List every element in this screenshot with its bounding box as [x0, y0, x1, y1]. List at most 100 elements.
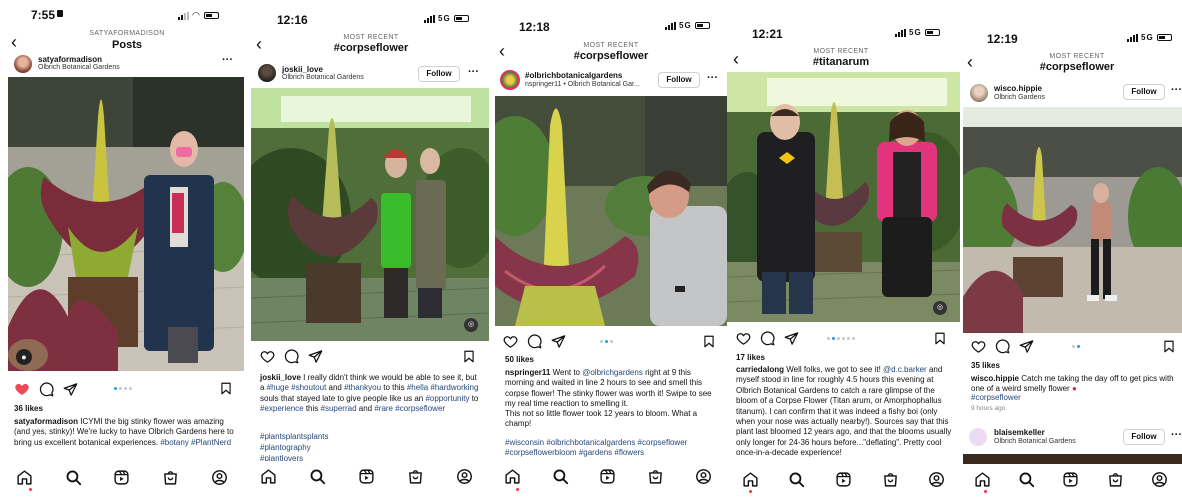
avatar[interactable] [500, 70, 520, 90]
home-icon[interactable] [974, 471, 991, 488]
tagged-people-icon[interactable]: ● [16, 349, 32, 365]
post-location[interactable]: Olbrich Botanical Gardens [282, 74, 364, 81]
caption-username[interactable]: carriedalong [736, 365, 784, 374]
post-photo[interactable]: ◎ [251, 88, 489, 341]
follow-button[interactable]: Follow [1123, 84, 1165, 100]
save-icon[interactable] [1162, 339, 1176, 354]
hashtag-link[interactable]: #rare [374, 404, 393, 413]
caption-hashtags[interactable]: #wisconsin #olbrichbotanicalgardens #cor… [505, 438, 725, 458]
hashtag-link[interactable]: #superrad [321, 404, 357, 413]
search-icon[interactable] [788, 471, 805, 488]
profile-icon[interactable] [695, 468, 712, 485]
follow-button[interactable]: Follow [658, 72, 700, 88]
post-photo[interactable] [963, 107, 1182, 333]
comment-icon[interactable] [760, 331, 775, 346]
back-button[interactable]: ‹ [11, 33, 17, 51]
shop-icon[interactable] [882, 471, 899, 488]
share-icon[interactable] [1019, 339, 1034, 354]
hashtag-link[interactable]: #thankyou [344, 383, 381, 392]
hashtag-link[interactable]: #shoutout [291, 383, 326, 392]
comment-icon[interactable] [39, 382, 54, 397]
more-options-button[interactable]: ··· [468, 66, 479, 78]
avatar[interactable] [258, 64, 276, 82]
save-icon[interactable] [219, 381, 233, 396]
follow-button[interactable]: Follow [418, 66, 460, 82]
hashtag-link[interactable]: #plantsplantsplants [260, 432, 329, 442]
back-button[interactable]: ‹ [733, 50, 739, 68]
profile-icon[interactable] [1151, 471, 1168, 488]
hashtag-link[interactable]: #plantography [260, 443, 311, 453]
post-location[interactable]: Olbrich Gardens [994, 94, 1045, 101]
reels-icon[interactable] [113, 469, 130, 486]
comment-icon[interactable] [284, 349, 299, 364]
share-icon[interactable] [63, 382, 78, 397]
save-icon[interactable] [702, 334, 716, 349]
shop-icon[interactable] [162, 469, 179, 486]
hashtag-link[interactable]: #opportunity [425, 394, 469, 403]
search-icon[interactable] [1018, 471, 1035, 488]
post-photo[interactable]: ◎ [727, 72, 960, 322]
reel-indicator-icon[interactable]: ◎ [464, 318, 478, 332]
shop-icon[interactable] [1107, 471, 1124, 488]
reels-icon[interactable] [599, 468, 616, 485]
caption-hashtags[interactable]: #botany #PlantNerd [160, 438, 231, 447]
save-icon[interactable] [462, 349, 476, 364]
post-username[interactable]: joskii_love [282, 65, 323, 74]
comment-icon[interactable] [995, 339, 1010, 354]
follow-button[interactable]: Follow [1123, 429, 1165, 445]
mention-link[interactable]: @olbrichgardens [582, 368, 643, 377]
profile-icon[interactable] [211, 469, 228, 486]
hashtag-link[interactable]: #hardworking [430, 383, 478, 392]
home-icon[interactable] [504, 468, 521, 485]
avatar[interactable] [970, 84, 988, 102]
like-icon[interactable] [503, 334, 518, 349]
reels-icon[interactable] [835, 471, 852, 488]
hashtag-link[interactable]: #huge [267, 383, 289, 392]
post-photo[interactable]: ● [8, 77, 244, 371]
comment-icon[interactable] [527, 334, 542, 349]
reels-icon[interactable] [1062, 471, 1079, 488]
reel-indicator-icon[interactable]: ◎ [933, 301, 947, 315]
home-icon[interactable] [742, 471, 759, 488]
likes-count[interactable]: 35 likes [971, 361, 1000, 370]
post-username[interactable]: wisco.hippie [994, 84, 1042, 93]
more-options-button[interactable]: ··· [707, 72, 718, 84]
back-button[interactable]: ‹ [256, 35, 262, 53]
more-options-button[interactable]: ··· [1171, 84, 1182, 96]
share-icon[interactable] [551, 334, 566, 349]
share-icon[interactable] [308, 349, 323, 364]
search-icon[interactable] [309, 468, 326, 485]
home-icon[interactable] [260, 468, 277, 485]
caption-username[interactable]: satyaformadison [14, 417, 78, 426]
back-button[interactable]: ‹ [967, 53, 973, 71]
profile-icon[interactable] [928, 471, 945, 488]
search-icon[interactable] [552, 468, 569, 485]
more-options-button[interactable]: ··· [1171, 429, 1182, 441]
post-username[interactable]: #olbrichbotanicalgardens [525, 71, 622, 80]
avatar[interactable] [969, 428, 987, 446]
caption-username[interactable]: nspringer11 [505, 368, 550, 377]
avatar[interactable] [14, 55, 32, 73]
next-post-photo[interactable] [963, 454, 1182, 464]
search-icon[interactable] [65, 469, 82, 486]
mention-link[interactable]: @d.c.barker [883, 365, 927, 374]
post-location[interactable]: nspringer11 • Olbrich Botanical Gar... [525, 81, 640, 88]
post-location[interactable]: Olbrich Botanical Gardens [38, 64, 120, 71]
reels-icon[interactable] [358, 468, 375, 485]
like-icon[interactable] [971, 339, 986, 354]
caption-username[interactable]: joskii_love [260, 373, 301, 382]
shop-icon[interactable] [647, 468, 664, 485]
hashtag-link[interactable]: #experience [260, 404, 304, 413]
like-icon[interactable] [736, 331, 751, 346]
share-icon[interactable] [784, 331, 799, 346]
likes-count[interactable]: 36 likes [14, 404, 43, 413]
next-post-location[interactable]: Olbrich Botanical Gardens [994, 438, 1076, 445]
back-button[interactable]: ‹ [499, 42, 505, 60]
post-photo[interactable] [495, 96, 727, 326]
caption-hashtags[interactable]: #corpseflower [971, 393, 1021, 403]
likes-count[interactable]: 17 likes [736, 353, 765, 362]
hashtag-link[interactable]: #corpseflower [395, 404, 445, 413]
shop-icon[interactable] [407, 468, 424, 485]
liked-heart-icon[interactable] [14, 381, 30, 397]
home-icon[interactable] [16, 469, 33, 486]
